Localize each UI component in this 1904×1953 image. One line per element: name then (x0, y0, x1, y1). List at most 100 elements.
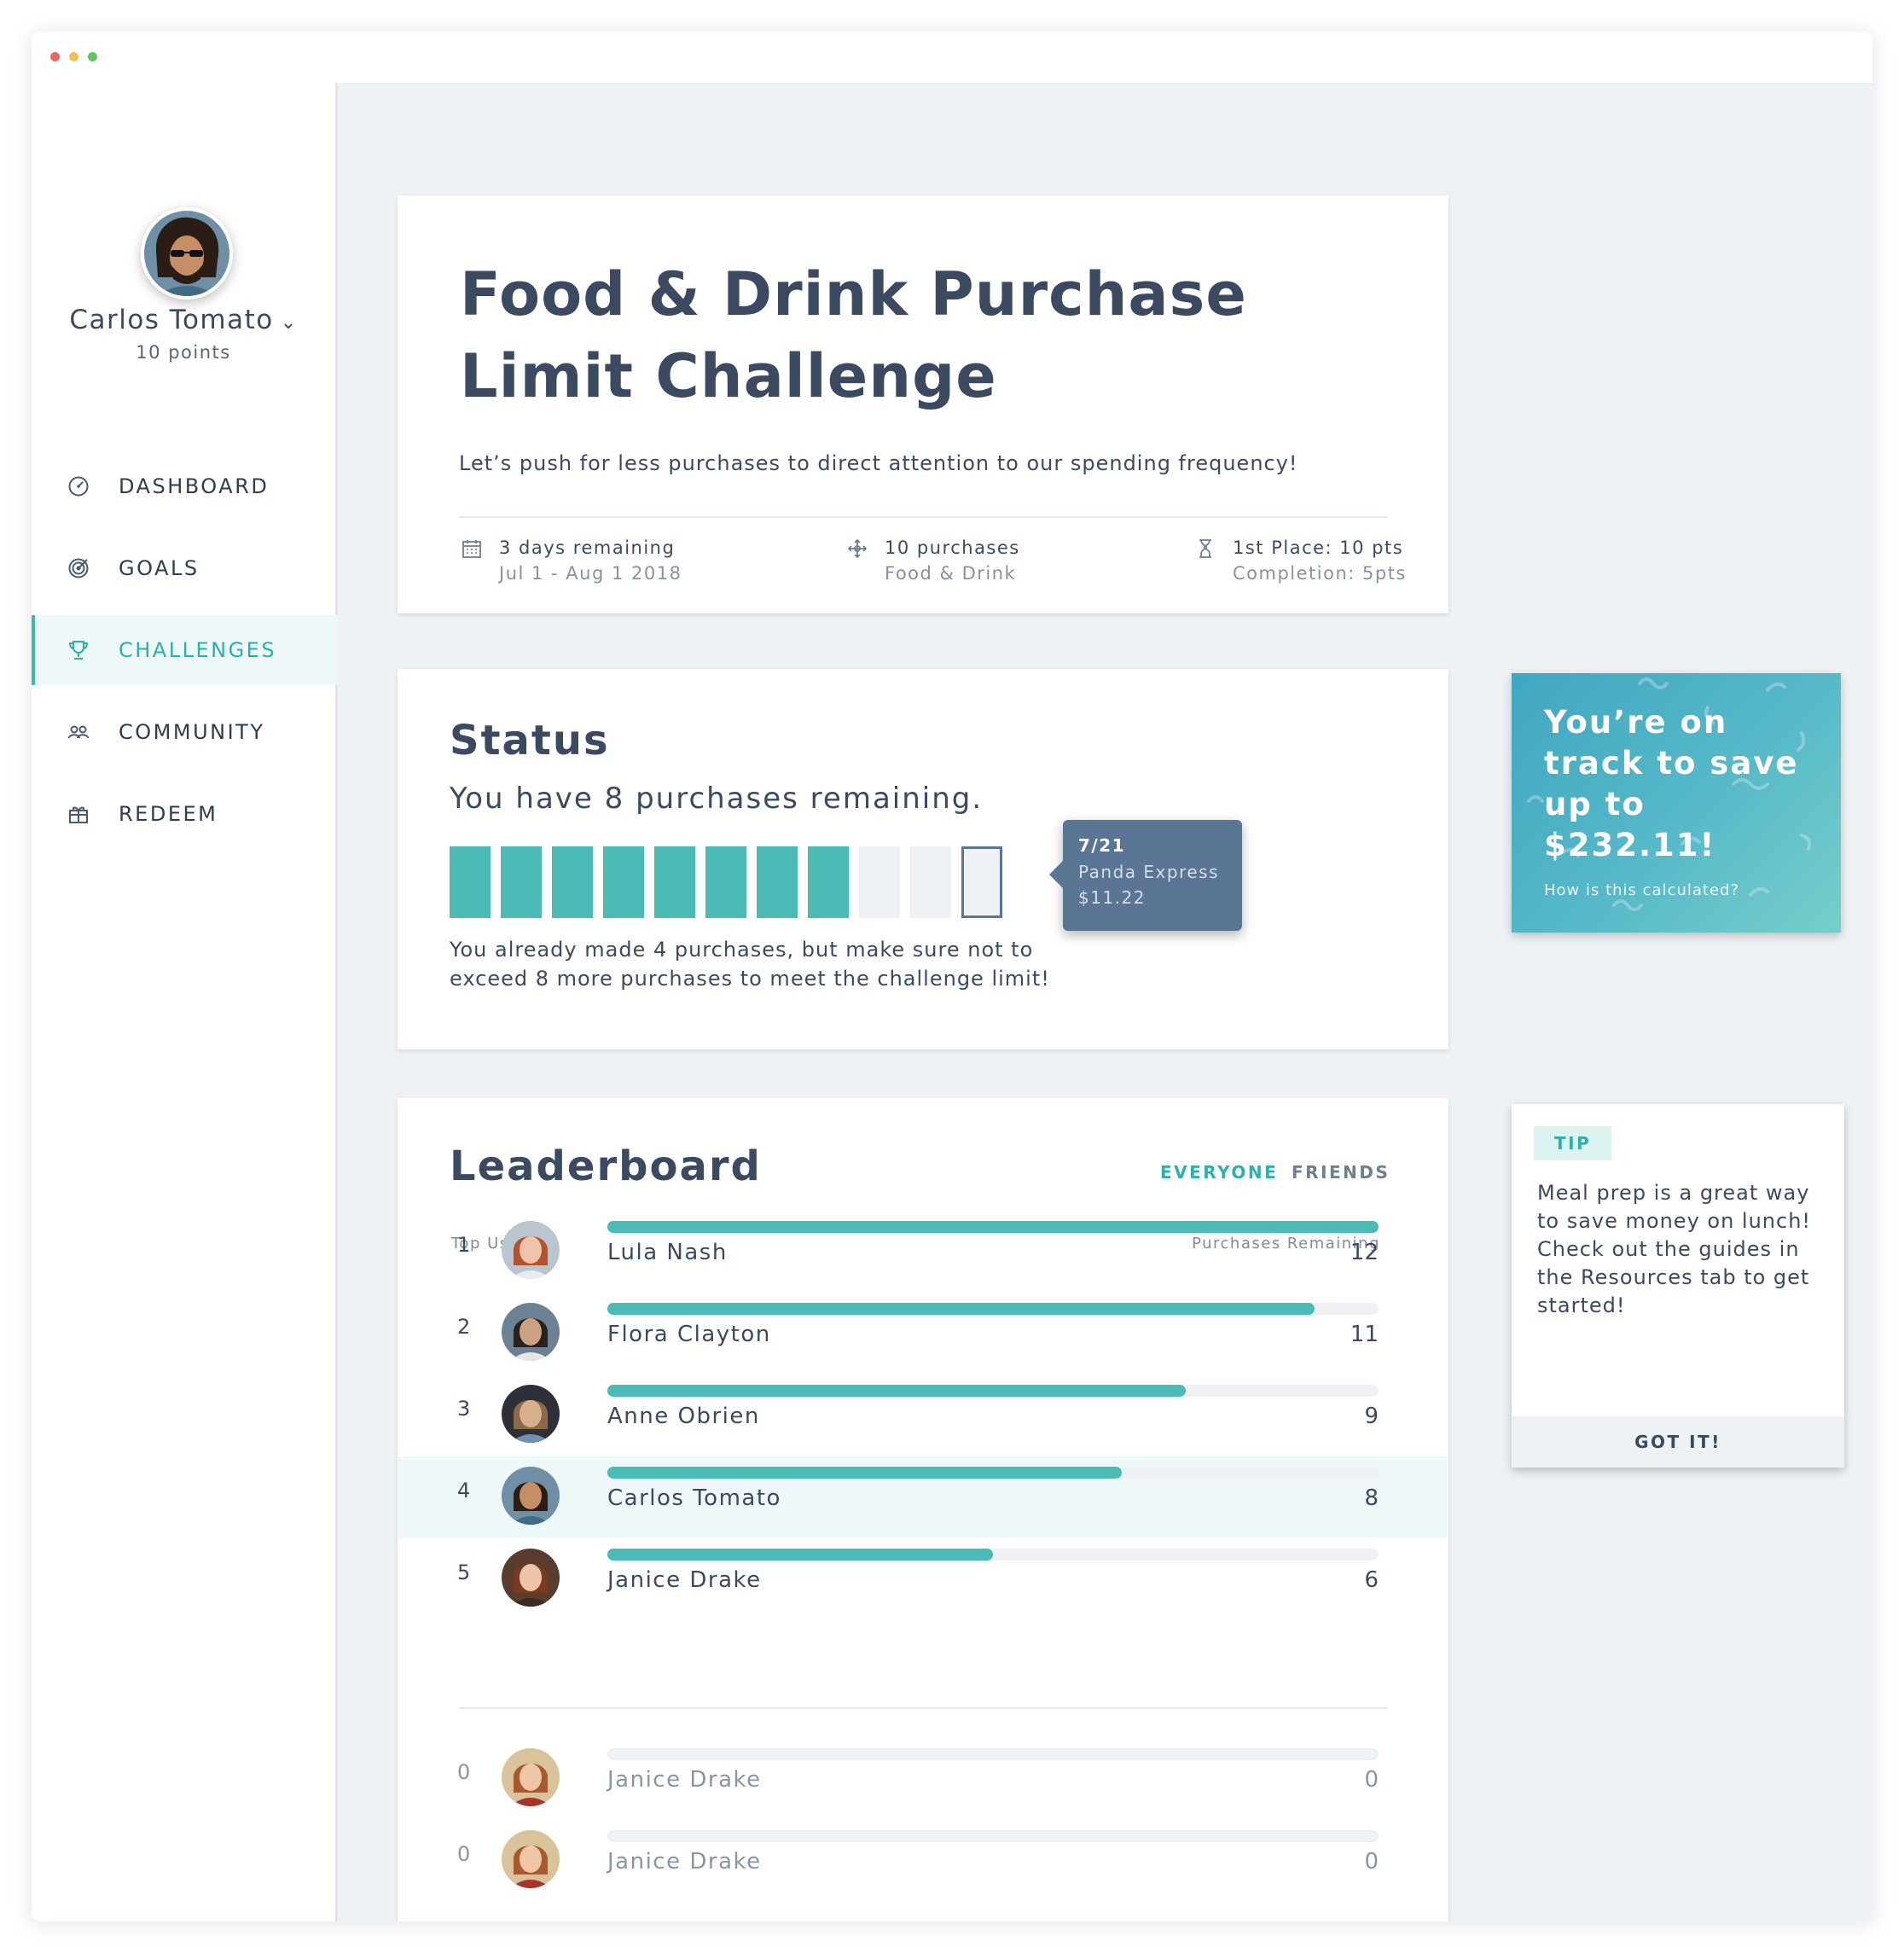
calendar-icon (461, 535, 482, 586)
score-bar-fill (607, 1385, 1186, 1397)
purchases-remaining-value: 0 (1364, 1767, 1379, 1793)
days-remaining: 3 days remaining (499, 538, 676, 558)
progress-segment-filled[interactable] (552, 846, 593, 918)
maximize-window-button[interactable] (88, 52, 97, 61)
tooltip-date: 7/21 (1078, 835, 1126, 856)
page-title: Food & Drink Purchase Limit Challenge (460, 259, 1247, 411)
user-name: Lula Nash (607, 1240, 728, 1265)
main-content: Food & Drink Purchase Limit Challenge Le… (338, 83, 1872, 1921)
leaderboard-row[interactable]: 0 Janice Drake 0 (398, 1738, 1447, 1820)
progress-segment-filled[interactable] (808, 846, 849, 918)
rank: 3 (457, 1397, 471, 1421)
progress-segment-selected[interactable] (961, 846, 1002, 918)
meta-duration: 3 days remaining Jul 1 - Aug 1 2018 (461, 535, 682, 586)
avatar (502, 1748, 560, 1806)
status-title: Status (450, 717, 610, 764)
user-points: 10 points (136, 342, 231, 363)
progress-segment-empty[interactable] (859, 846, 900, 918)
sidebar: Carlos Tomato ⌄ 10 points DASHBOARD GOALS… (32, 83, 339, 1921)
purchase-limit: 10 purchases (885, 538, 1020, 558)
leaderboard-row[interactable]: 2 Flora Clayton 11 (398, 1293, 1447, 1375)
status-note: You already made 4 purchases, but make s… (450, 938, 1050, 991)
progress-segment-filled[interactable] (705, 846, 746, 918)
divider (459, 516, 1387, 518)
score-bar (607, 1748, 1379, 1760)
leaderboard-title: Leaderboard (450, 1142, 762, 1190)
progress-segment-filled[interactable] (603, 846, 644, 918)
tooltip-merchant: Panda Express (1078, 862, 1219, 882)
avatar (502, 1830, 560, 1888)
avatar[interactable] (141, 207, 233, 299)
tab-everyone[interactable]: EVERYONE (1160, 1162, 1278, 1183)
meta-purchases: 10 purchases Food & Drink (847, 535, 1020, 586)
nav-dashboard-label: DASHBOARD (119, 474, 270, 498)
nav-dashboard[interactable]: DASHBOARD (32, 451, 335, 521)
score-bar-fill (607, 1467, 1122, 1479)
challenge-description: Let’s push for less purchases to direct … (459, 451, 1298, 475)
leaderboard-card: Leaderboard EVERYONE FRIENDS Top Users P… (398, 1098, 1448, 1921)
user-name: Janice Drake (607, 1767, 762, 1793)
target-icon (64, 557, 93, 579)
chevron-down-icon: ⌄ (280, 312, 298, 334)
nav-goals-label: GOALS (119, 556, 200, 580)
rank: 0 (457, 1760, 471, 1784)
progress-segment-filled[interactable] (654, 846, 695, 918)
leaderboard-row[interactable]: 5 Janice Drake 6 (398, 1538, 1447, 1620)
progress-segment-filled[interactable] (757, 846, 798, 918)
avatar (502, 1303, 560, 1361)
leaderboard-row[interactable]: 3 Anne Obrien 9 (398, 1375, 1447, 1456)
tab-friends[interactable]: FRIENDS (1292, 1162, 1390, 1183)
nav-goals[interactable]: GOALS (32, 533, 335, 603)
avatar (502, 1221, 560, 1279)
nav-community[interactable]: COMMUNITY (32, 697, 335, 767)
completion-points: Completion: 5pts (1233, 563, 1407, 584)
leaderboard-row[interactable]: 1 Lula Nash 12 (398, 1211, 1447, 1293)
user-name: Carlos Tomato (607, 1485, 781, 1511)
purchases-remaining-value: 6 (1364, 1567, 1379, 1593)
tip-card: TIP Meal prep is a great way to save mon… (1512, 1104, 1844, 1468)
gauge-icon (64, 475, 93, 497)
status-card: Status You have 8 purchases remaining. 7… (398, 669, 1448, 1049)
meta-rewards: 1st Place: 10 pts Completion: 5pts (1195, 535, 1407, 586)
tip-badge: TIP (1534, 1126, 1612, 1160)
purchases-remaining-value: 9 (1364, 1404, 1379, 1429)
got-it-button[interactable]: GOT IT! (1512, 1416, 1844, 1468)
minimize-window-button[interactable] (69, 52, 78, 61)
how-calculated-link[interactable]: How is this calculated? (1544, 881, 1739, 899)
score-bar (607, 1221, 1379, 1233)
progress-segment-empty[interactable] (910, 846, 951, 918)
progress-segment-filled[interactable] (501, 846, 542, 918)
gift-icon (64, 803, 93, 825)
challenge-card: Food & Drink Purchase Limit Challenge Le… (398, 195, 1448, 613)
nav-redeem[interactable]: REDEEM (32, 779, 335, 849)
nav-challenges-label: CHALLENGES (119, 638, 277, 662)
nav-community-label: COMMUNITY (119, 720, 265, 744)
savings-message: You’re on track to save up to $232.11! (1544, 704, 1799, 863)
trophy-icon (64, 639, 93, 661)
nav-challenges[interactable]: CHALLENGES (32, 615, 339, 685)
rank: 5 (457, 1561, 471, 1584)
user-name: Carlos Tomato (69, 305, 274, 335)
score-bar (607, 1467, 1379, 1479)
app-window: Carlos Tomato ⌄ 10 points DASHBOARD GOALS… (32, 32, 1872, 1921)
divider (459, 1707, 1387, 1709)
progress-segment-filled[interactable] (450, 846, 491, 918)
tooltip-amount: $11.22 (1078, 887, 1146, 908)
purchases-remaining-value: 8 (1364, 1485, 1379, 1511)
user-name-dropdown[interactable]: Carlos Tomato ⌄ (32, 305, 335, 335)
first-place-points: 1st Place: 10 pts (1233, 538, 1404, 558)
title-bar (32, 32, 1872, 83)
purchases-remaining-value: 12 (1350, 1240, 1379, 1265)
close-window-button[interactable] (50, 52, 60, 61)
date-range: Jul 1 - Aug 1 2018 (499, 563, 682, 584)
leaderboard-row[interactable]: 4 Carlos Tomato 8 (398, 1456, 1447, 1538)
rank: 2 (457, 1315, 471, 1339)
score-bar-fill (607, 1549, 993, 1561)
avatar (502, 1467, 560, 1525)
score-bar (607, 1830, 1379, 1842)
score-bar (607, 1303, 1379, 1315)
rank: 1 (457, 1233, 471, 1257)
leaderboard-row[interactable]: 0 Janice Drake 0 (398, 1820, 1447, 1902)
score-bar-fill (607, 1221, 1379, 1233)
purchases-remaining-value: 0 (1364, 1849, 1379, 1875)
